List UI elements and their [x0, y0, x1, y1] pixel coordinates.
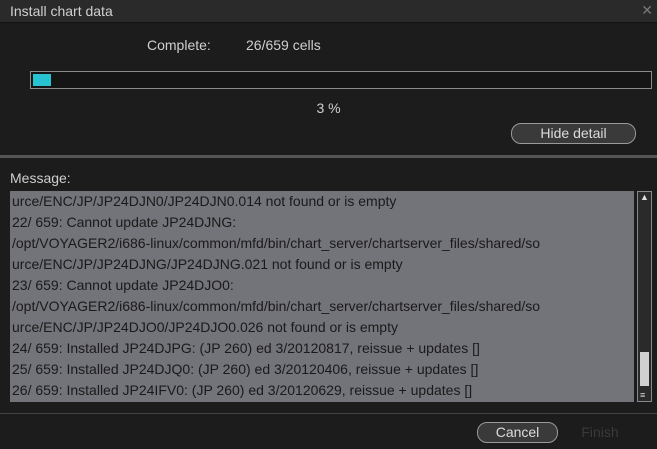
message-line: urce/ENC/JP/JP24DJN0/JP24DJN0.014 not fo…: [12, 193, 397, 209]
progress-panel: Complete: 26/659 cells 3 % Hide detail: [0, 23, 657, 155]
title-bar: Install chart data ✕: [0, 0, 657, 23]
message-line: urce/ENC/JP/JP24DJO0/JP24DJO0.026 not fo…: [12, 319, 398, 335]
progress-percent: 3 %: [316, 100, 341, 116]
window-title: Install chart data: [10, 3, 113, 19]
message-label: Message:: [10, 170, 71, 186]
message-line: /opt/VOYAGER2/i686-linux/common/mfd/bin/…: [12, 298, 541, 314]
message-log[interactable]: urce/ENC/JP/JP24DJN0/JP24DJN0.014 not fo…: [10, 191, 634, 402]
message-scrollbar[interactable]: ▲ ≡: [637, 191, 652, 402]
progress-fill: [33, 74, 51, 86]
message-line: 22/ 659: Cannot update JP24DJNG:: [12, 214, 237, 230]
message-line: /opt/VOYAGER2/i686-linux/common/mfd/bin/…: [12, 235, 541, 251]
message-line: 24/ 659: Installed JP24DJPG: (JP 260) ed…: [12, 340, 480, 356]
complete-value: 26/659 cells: [246, 37, 321, 53]
message-line: urce/ENC/JP/JP24DJNG/JP24DJNG.021 not fo…: [12, 256, 403, 272]
complete-label: Complete:: [147, 37, 211, 53]
progress-bar: [30, 71, 652, 89]
close-icon[interactable]: ✕: [641, 2, 653, 19]
scroll-down-arrow-icon[interactable]: ≡: [640, 391, 649, 400]
hide-detail-button[interactable]: Hide detail: [511, 123, 636, 144]
message-line: 26/ 659: Installed JP24IFV0: (JP 260) ed…: [12, 382, 473, 398]
button-bar: Cancel Finish: [0, 413, 657, 449]
message-line: 23/ 659: Cannot update JP24DJO0:: [12, 277, 234, 293]
scroll-up-arrow-icon[interactable]: ▲: [640, 193, 649, 202]
message-panel: Message: urce/ENC/JP/JP24DJN0/JP24DJN0.0…: [0, 158, 657, 413]
cancel-button[interactable]: Cancel: [477, 422, 558, 443]
message-line: 25/ 659: Installed JP24DJQ0: (JP 260) ed…: [12, 361, 479, 377]
scroll-thumb[interactable]: [640, 352, 649, 386]
finish-button: Finish: [566, 422, 634, 443]
